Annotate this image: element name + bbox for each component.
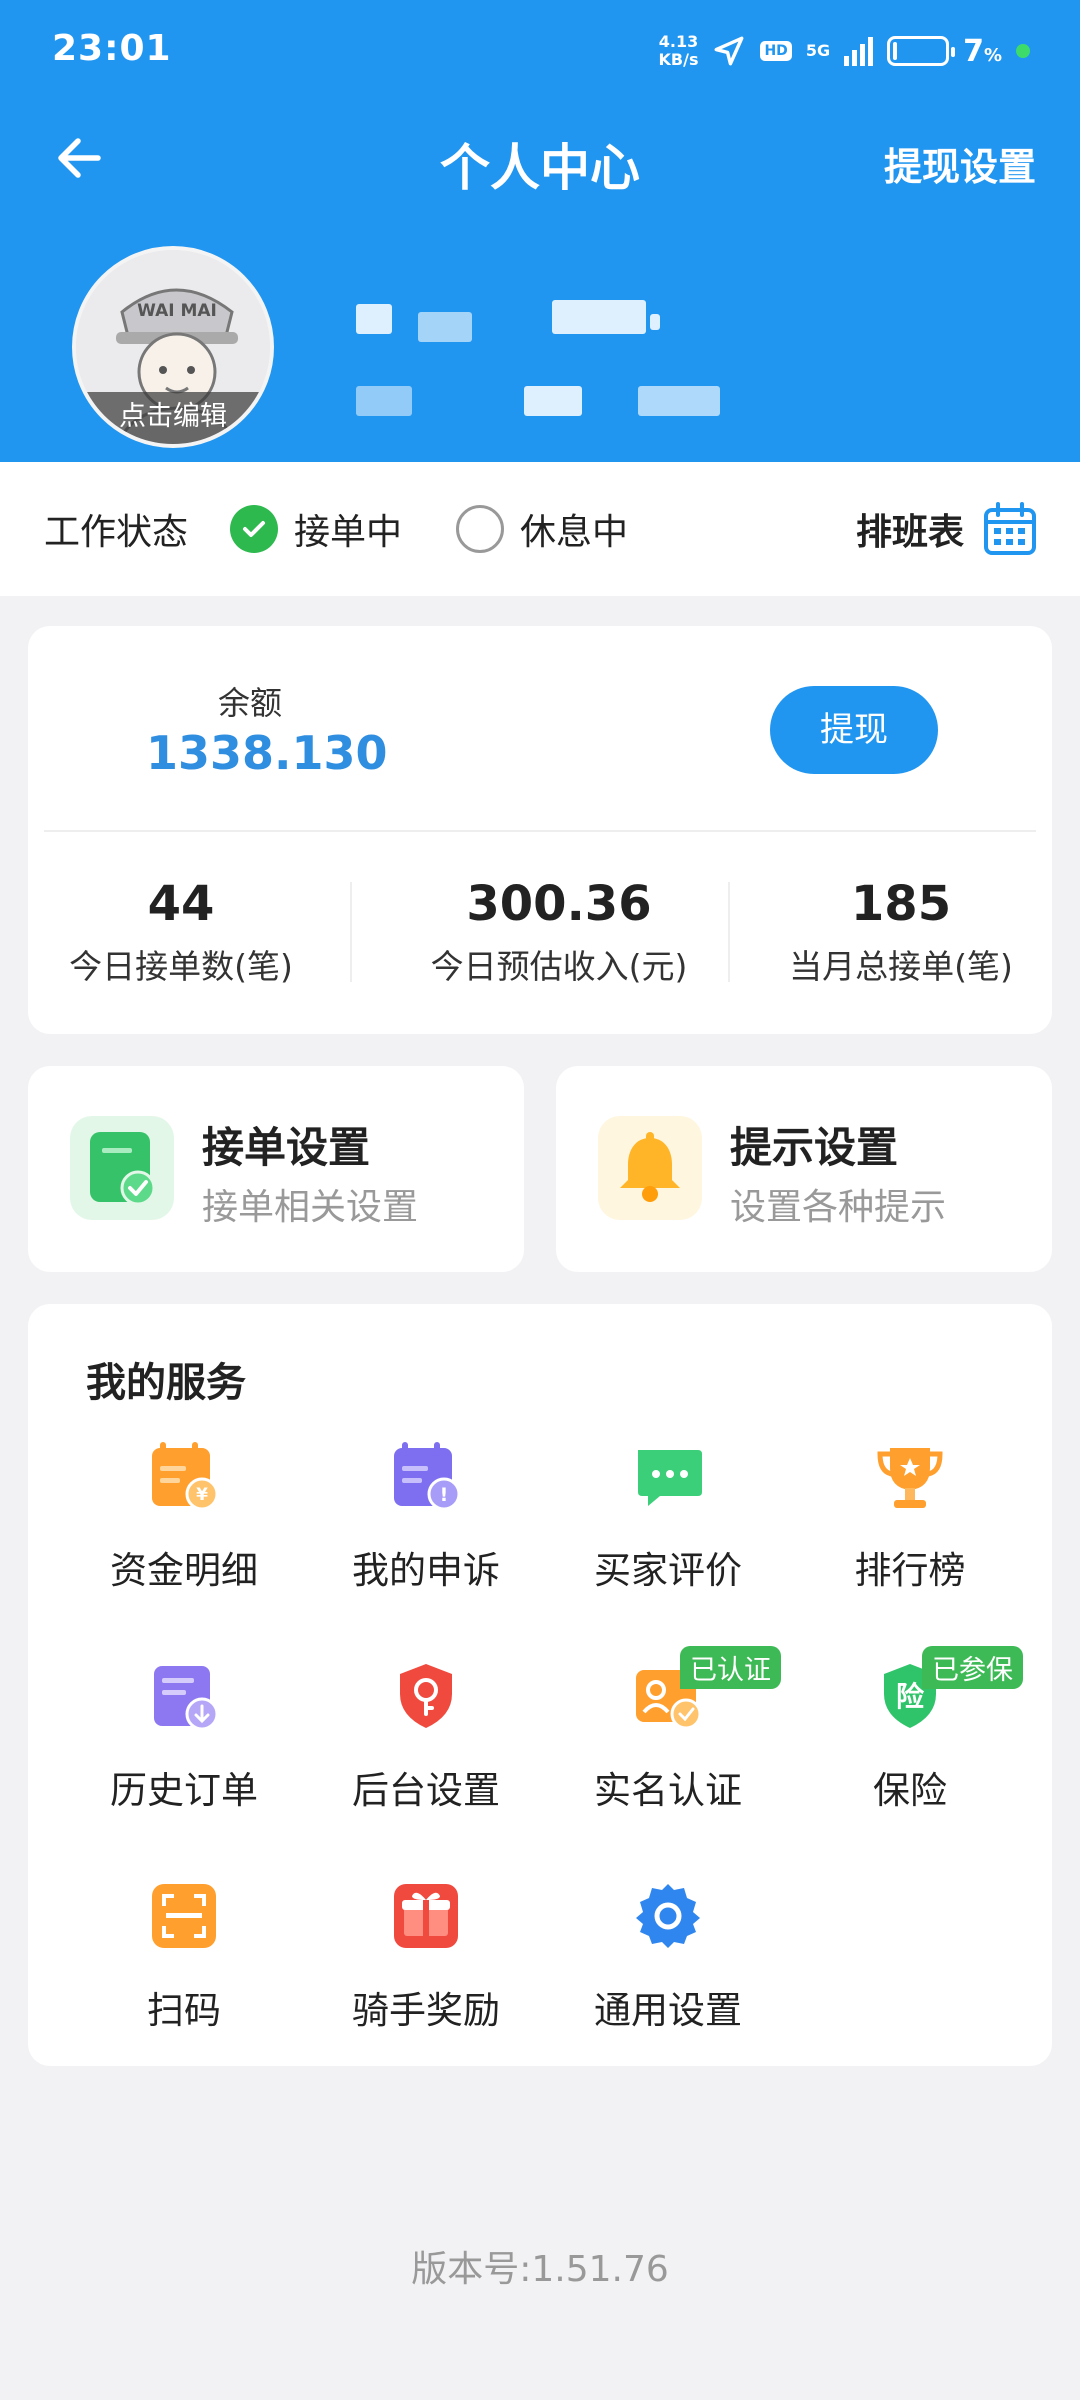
stat-label: 当月总接单(笔) xyxy=(789,947,1013,986)
service-appeal[interactable]: ! 我的申诉 xyxy=(306,1438,546,1598)
service-fund-detail[interactable]: ¥ 资金明细 xyxy=(64,1438,304,1598)
svg-text:!: ! xyxy=(440,1484,449,1506)
net-speed-value: 4.13 xyxy=(658,32,699,51)
service-scan[interactable]: 扫码 xyxy=(64,1878,304,2038)
scan-icon xyxy=(146,1878,222,1954)
service-label: 通用设置 xyxy=(594,1989,742,2032)
service-rider-rewards[interactable]: 骑手奖励 xyxy=(306,1878,546,2038)
stat-today-income: 300.36 今日预估收入(元) xyxy=(368,876,750,988)
id-verify-icon: 已认证 xyxy=(630,1646,781,1734)
service-label: 保险 xyxy=(873,1769,947,1812)
notification-settings-title: 提示设置 xyxy=(730,1123,899,1172)
work-status-label: 工作状态 xyxy=(44,512,189,553)
network-type: 5G xyxy=(805,41,831,60)
status-option-resting-label: 休息中 xyxy=(520,512,629,553)
service-label: 实名认证 xyxy=(594,1769,742,1812)
service-backend-settings[interactable]: 后台设置 xyxy=(306,1658,546,1818)
avatar[interactable]: WAI MAI 点击编辑 xyxy=(72,246,274,448)
status-option-accepting-label: 接单中 xyxy=(294,512,403,553)
stat-separator xyxy=(728,882,730,982)
service-label: 后台设置 xyxy=(352,1769,500,1812)
service-label: 资金明细 xyxy=(110,1549,258,1592)
app-version: 版本号:1.51.76 xyxy=(411,2249,669,2290)
history-order-icon xyxy=(146,1658,222,1734)
status-bar: 23:01 4.13 KB/s HD 5G 7% xyxy=(0,0,1080,100)
gift-icon xyxy=(388,1878,464,1954)
avatar-cap-text: WAI MAI xyxy=(137,301,217,321)
stat-label: 今日预估收入(元) xyxy=(430,947,688,986)
net-speed-unit: KB/s xyxy=(658,50,699,69)
service-insurance[interactable]: 险 已参保 保险 xyxy=(790,1646,1030,1818)
stat-value: 185 xyxy=(850,876,952,932)
service-history-orders[interactable]: 历史订单 xyxy=(64,1658,304,1818)
order-settings-subtitle: 接单相关设置 xyxy=(202,1187,419,1228)
order-settings-title: 接单设置 xyxy=(202,1123,371,1172)
balance-value: 1338.130 xyxy=(146,726,388,780)
insured-badge: 已参保 xyxy=(922,1646,1023,1689)
location-arrow-icon xyxy=(715,36,744,66)
service-general-settings[interactable]: 通用设置 xyxy=(548,1878,788,2038)
balance-card: 余额 1338.130 提现 44 今日接单数(笔) 300.36 今日预估收入… xyxy=(28,626,1052,1034)
service-label: 骑手奖励 xyxy=(352,1989,500,2032)
service-label: 排行榜 xyxy=(854,1549,966,1592)
bell-icon xyxy=(598,1116,702,1220)
service-ranking[interactable]: 排行榜 xyxy=(790,1438,1030,1598)
services-title: 我的服务 xyxy=(86,1360,246,1406)
backend-settings-icon xyxy=(388,1658,464,1734)
header: 23:01 4.13 KB/s HD 5G 7% 个人中心 提现设置 WAI M… xyxy=(0,0,1080,462)
my-services-card: 我的服务 ¥ 资金明细 ! 我的申诉 买家评价 排行榜 历史订单 后台设置 已认… xyxy=(28,1304,1052,2066)
stat-value: 44 xyxy=(147,876,215,932)
service-label: 我的申诉 xyxy=(352,1549,500,1592)
review-icon xyxy=(630,1438,706,1514)
privacy-indicator-dot xyxy=(1016,44,1030,58)
fund-detail-icon: ¥ xyxy=(146,1438,222,1514)
withdraw-button[interactable]: 提现 xyxy=(770,686,938,774)
svg-text:险: 险 xyxy=(896,1680,925,1713)
stat-separator xyxy=(350,882,352,982)
service-label: 买家评价 xyxy=(594,1549,742,1592)
stat-value: 300.36 xyxy=(466,876,652,932)
signal-icon xyxy=(844,36,874,66)
service-label: 历史订单 xyxy=(110,1769,258,1812)
battery-icon xyxy=(887,36,956,66)
withdraw-settings-link[interactable]: 提现设置 xyxy=(884,136,1036,191)
service-label: 扫码 xyxy=(147,1989,221,2032)
notification-settings-subtitle: 设置各种提示 xyxy=(730,1187,947,1228)
trophy-icon xyxy=(872,1438,948,1514)
calendar-icon xyxy=(984,502,1036,555)
battery-percent: 7% xyxy=(963,33,1002,69)
hd-badge: HD xyxy=(760,41,792,61)
notification-settings-card[interactable]: 提示设置 设置各种提示 xyxy=(556,1066,1052,1272)
schedule-label: 排班表 xyxy=(855,512,964,553)
stat-label: 今日接单数(笔) xyxy=(69,947,293,986)
verified-badge: 已认证 xyxy=(680,1646,781,1689)
status-option-accepting[interactable]: 接单中 xyxy=(230,503,402,555)
insurance-icon: 险 已参保 xyxy=(872,1646,1023,1734)
divider xyxy=(44,830,1036,832)
radio-empty-icon xyxy=(456,505,504,553)
appeal-icon: ! xyxy=(388,1438,464,1514)
work-status-bar: 工作状态 接单中 休息中 排班表 xyxy=(0,462,1080,596)
svg-text:¥: ¥ xyxy=(196,1485,208,1505)
order-settings-icon xyxy=(70,1116,174,1220)
service-buyer-review[interactable]: 买家评价 xyxy=(548,1438,788,1598)
status-indicators: 4.13 KB/s HD 5G 7% xyxy=(659,26,1030,76)
schedule-button[interactable]: 排班表 xyxy=(856,501,1038,557)
battery-fill xyxy=(893,42,898,60)
stat-month-orders: 185 当月总接单(笔) xyxy=(750,876,1052,988)
avatar-edit-label[interactable]: 点击编辑 xyxy=(76,392,270,444)
order-settings-card[interactable]: 接单设置 接单相关设置 xyxy=(28,1066,524,1272)
balance-label: 余额 xyxy=(218,684,283,722)
check-circle-icon xyxy=(230,505,278,553)
gear-icon xyxy=(630,1878,706,1954)
status-time: 23:01 xyxy=(52,28,172,69)
status-option-resting[interactable]: 休息中 xyxy=(456,503,628,555)
stat-today-orders: 44 今日接单数(笔) xyxy=(28,876,334,988)
net-speed: 4.13 KB/s xyxy=(659,33,699,69)
service-id-verify[interactable]: 已认证 实名认证 xyxy=(548,1646,788,1818)
